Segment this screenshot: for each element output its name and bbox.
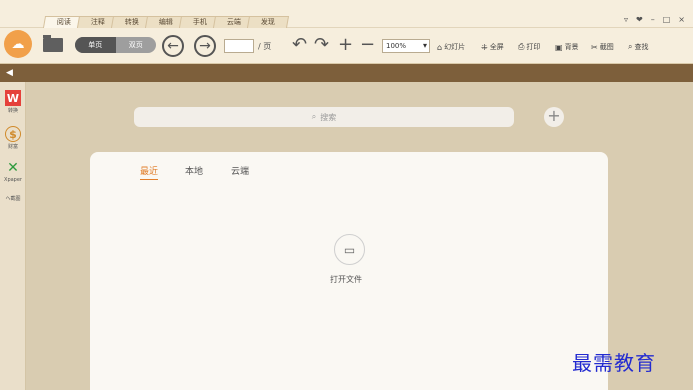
- sidebar-item-convert[interactable]: W 转换: [3, 90, 23, 114]
- fullscreen-icon: ⁜: [481, 42, 488, 52]
- file-panel: 最近 本地 云端 ▭ 打开文件: [90, 152, 608, 390]
- menu-dropdown-icon[interactable]: ▿: [624, 15, 628, 24]
- tab-local[interactable]: 本地: [185, 164, 203, 177]
- plus-icon: +: [547, 106, 561, 125]
- find-button[interactable]: ⌕ 查找: [628, 42, 648, 52]
- print-icon: ⎙: [518, 42, 525, 51]
- title-bar: 阅读 注释 转换 编辑 手机 云端 发现 ▿ ❤ – □ ×: [0, 0, 693, 28]
- sidebar-item-screenshot[interactable]: ヘ截图: [3, 195, 23, 202]
- print-button[interactable]: ⎙ 打印: [518, 42, 540, 52]
- scissors-icon: ✂: [591, 42, 598, 52]
- fullscreen-button[interactable]: ⁜ 全屏: [481, 42, 504, 52]
- sidebar-item-wealth[interactable]: $ 财富: [3, 126, 23, 150]
- folder-icon: ▭: [343, 242, 356, 257]
- sidebar-item-label: Xpaper: [4, 177, 22, 183]
- close-button[interactable]: ×: [678, 15, 685, 24]
- zoom-out-icon[interactable]: −: [360, 36, 375, 54]
- window-controls: ▿ ❤ – □ ×: [624, 15, 685, 24]
- open-file-label[interactable]: 打开文件: [330, 274, 362, 285]
- zoom-in-icon[interactable]: +: [338, 36, 353, 54]
- collapse-sidebar-icon[interactable]: ◀: [6, 68, 13, 78]
- folder-icon[interactable]: [43, 35, 63, 52]
- next-page-button[interactable]: →: [194, 35, 216, 57]
- maximize-button[interactable]: □: [663, 15, 671, 24]
- minimize-button[interactable]: –: [651, 15, 655, 24]
- page-suffix: / 页: [258, 42, 272, 51]
- search-icon: ⌕: [311, 112, 317, 121]
- coin-icon: $: [5, 126, 21, 142]
- double-page-button[interactable]: 双页: [116, 37, 157, 53]
- sidebar-item-label: ヘ截图: [5, 196, 21, 202]
- tab-discover[interactable]: 发现: [246, 16, 290, 28]
- xpaper-icon: ✕: [7, 160, 19, 176]
- sidebar-item-label: 转换: [7, 108, 18, 114]
- previous-page-button[interactable]: ←: [162, 35, 184, 57]
- app-logo-icon[interactable]: ☁: [4, 30, 32, 58]
- redo-icon[interactable]: ↷: [314, 36, 329, 54]
- tab-recent[interactable]: 最近: [140, 164, 159, 180]
- open-file-button[interactable]: ▭: [334, 234, 365, 265]
- single-page-button[interactable]: 单页: [75, 37, 116, 53]
- background-button[interactable]: ▣ 背景: [555, 42, 579, 52]
- arrow-right-icon: →: [199, 38, 211, 54]
- sidebar: W 转换 $ 财富 ✕ Xpaper ヘ截图: [0, 82, 26, 390]
- search-icon: ⌕: [628, 42, 633, 51]
- arrow-left-icon: ←: [167, 38, 179, 54]
- zoom-select[interactable]: 100%: [382, 39, 430, 53]
- slideshow-button[interactable]: ⌂ 幻灯片: [437, 42, 465, 52]
- screenshot-button[interactable]: ✂ 截图: [591, 42, 614, 52]
- slideshow-icon: ⌂: [437, 42, 443, 52]
- background-icon: ▣: [555, 42, 563, 52]
- page-number-input[interactable]: [224, 39, 254, 53]
- view-mode-toggle: 单页 双页: [75, 37, 156, 53]
- search-placeholder: 搜索: [320, 112, 337, 122]
- panel-strip: ◀: [0, 64, 693, 82]
- sidebar-item-label: 财富: [7, 144, 18, 150]
- undo-icon[interactable]: ↶: [292, 36, 307, 54]
- add-button[interactable]: +: [544, 107, 564, 127]
- skin-icon[interactable]: ❤: [636, 15, 643, 24]
- sidebar-item-xpaper[interactable]: ✕ Xpaper: [3, 160, 23, 183]
- search-input[interactable]: ⌕ 搜索: [134, 107, 514, 127]
- ribbon-tabs: 阅读 注释 转换 编辑 手机 云端 发现: [42, 16, 290, 28]
- tab-cloud-files[interactable]: 云端: [231, 164, 249, 177]
- convert-icon: W: [5, 90, 21, 106]
- watermark: 最需教育: [572, 351, 656, 375]
